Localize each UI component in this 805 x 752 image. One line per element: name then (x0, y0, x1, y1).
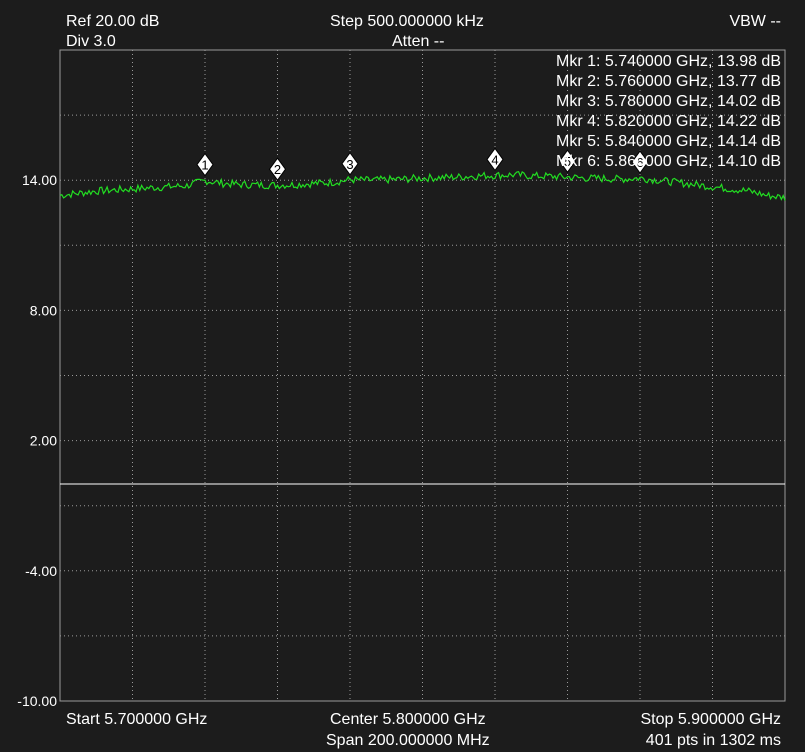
y-tick-label: -10.00 (17, 693, 57, 709)
center-freq-label: Center 5.800000 GHz (330, 711, 486, 728)
marker-1-label: 1 (201, 158, 208, 173)
marker-readout-5: Mkr 5: 5.840000 GHz, 14.14 dB (555, 133, 781, 150)
marker-3-label: 3 (346, 157, 353, 172)
marker-2-label: 2 (274, 162, 281, 177)
marker-readout-6: Mkr 6: 5.860000 GHz, 14.10 dB (555, 153, 781, 170)
marker-4-label: 4 (491, 152, 498, 167)
points-label: 401 pts in 1302 ms (645, 732, 781, 749)
y-tick-label: -4.00 (25, 563, 57, 579)
marker-readout-list: Mkr 1: 5.740000 GHz, 13.98 dB Mkr 2: 5.7… (556, 52, 781, 172)
y-tick-label: 2.00 (30, 433, 57, 449)
marker-readout-3: Mkr 3: 5.780000 GHz, 14.02 dB (555, 93, 781, 110)
stop-freq-label: Stop 5.900000 GHz (640, 711, 781, 728)
marker-readout-1: Mkr 1: 5.740000 GHz, 13.98 dB (555, 53, 781, 70)
start-freq-label: Start 5.700000 GHz (66, 711, 208, 728)
span-label: Span 200.000000 MHz (326, 732, 490, 749)
marker-readout-4: Mkr 4: 5.820000 GHz, 14.22 dB (555, 113, 781, 130)
y-tick-label: 14.00 (22, 172, 57, 188)
y-tick-label: 8.00 (30, 302, 57, 318)
marker-readout-2: Mkr 2: 5.760000 GHz, 13.77 dB (555, 73, 781, 90)
